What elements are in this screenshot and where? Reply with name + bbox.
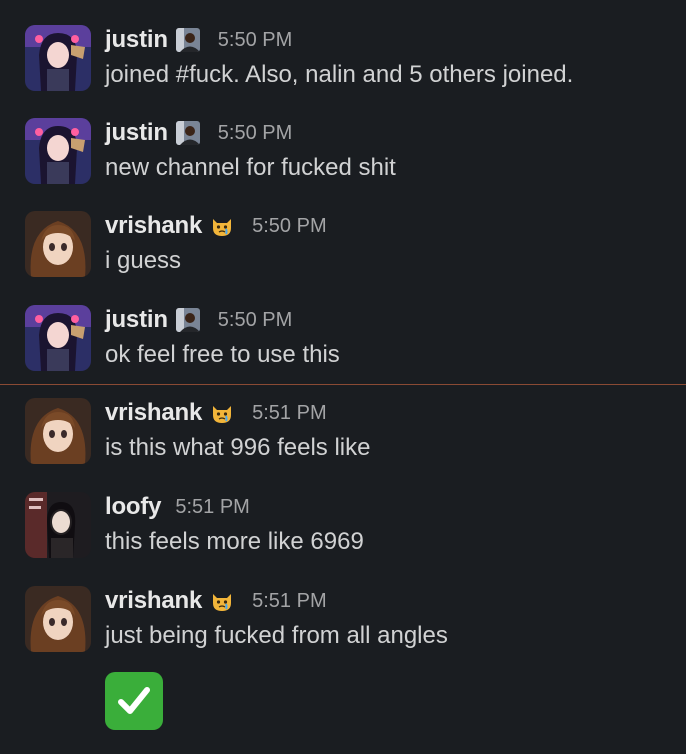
message-header: vrishank 5:51 PM bbox=[105, 398, 327, 428]
message-text: i guess bbox=[105, 247, 182, 274]
timestamp[interactable]: 5:50 PM bbox=[218, 309, 292, 332]
avatar-loofy[interactable] bbox=[25, 492, 91, 558]
message-header: justin 5:50 PM bbox=[105, 305, 292, 335]
message-header: loofy 5:51 PM bbox=[105, 492, 250, 522]
avatar-vrishank[interactable] bbox=[25, 398, 91, 464]
message-text: this feels more like 6969 bbox=[105, 528, 364, 555]
white-check-mark-icon[interactable] bbox=[105, 672, 163, 730]
username[interactable]: vrishank bbox=[105, 399, 202, 427]
message-header: justin 5:50 PM bbox=[105, 25, 292, 55]
person-photo-icon[interactable] bbox=[175, 121, 200, 145]
message-text: just being fucked from all angles bbox=[105, 622, 448, 649]
username[interactable]: vrishank bbox=[105, 587, 202, 615]
message-header: vrishank 5:51 PM bbox=[105, 586, 327, 616]
message-header: justin 5:50 PM bbox=[105, 118, 292, 148]
message-text: ok feel free to use this bbox=[105, 341, 340, 368]
message-text: new channel for fucked shit bbox=[105, 154, 396, 181]
avatar-vrishank[interactable] bbox=[25, 211, 91, 277]
timestamp[interactable]: 5:50 PM bbox=[252, 215, 326, 238]
avatar-vrishank[interactable] bbox=[25, 586, 91, 652]
message-text: is this what 996 feels like bbox=[105, 434, 371, 461]
timestamp[interactable]: 5:51 PM bbox=[252, 590, 326, 613]
message-text: joined #fuck. Also, nalin and 5 others j… bbox=[105, 61, 574, 88]
crying-cat-emoji-icon[interactable] bbox=[210, 589, 234, 613]
timestamp[interactable]: 5:51 PM bbox=[175, 496, 249, 519]
username[interactable]: justin bbox=[105, 26, 168, 54]
new-messages-divider bbox=[0, 384, 686, 385]
crying-cat-emoji-icon[interactable] bbox=[210, 401, 234, 425]
username[interactable]: justin bbox=[105, 306, 168, 334]
message-header: vrishank 5:50 PM bbox=[105, 211, 327, 241]
avatar-justin[interactable] bbox=[25, 118, 91, 184]
username[interactable]: justin bbox=[105, 119, 168, 147]
timestamp[interactable]: 5:51 PM bbox=[252, 402, 326, 425]
avatar-justin[interactable] bbox=[25, 305, 91, 371]
timestamp[interactable]: 5:50 PM bbox=[218, 122, 292, 145]
crying-cat-emoji-icon[interactable] bbox=[210, 214, 234, 238]
username[interactable]: vrishank bbox=[105, 212, 202, 240]
username[interactable]: loofy bbox=[105, 493, 162, 521]
avatar-justin[interactable] bbox=[25, 25, 91, 91]
person-photo-icon[interactable] bbox=[175, 308, 200, 332]
timestamp[interactable]: 5:50 PM bbox=[218, 29, 292, 52]
person-photo-icon[interactable] bbox=[175, 28, 200, 52]
